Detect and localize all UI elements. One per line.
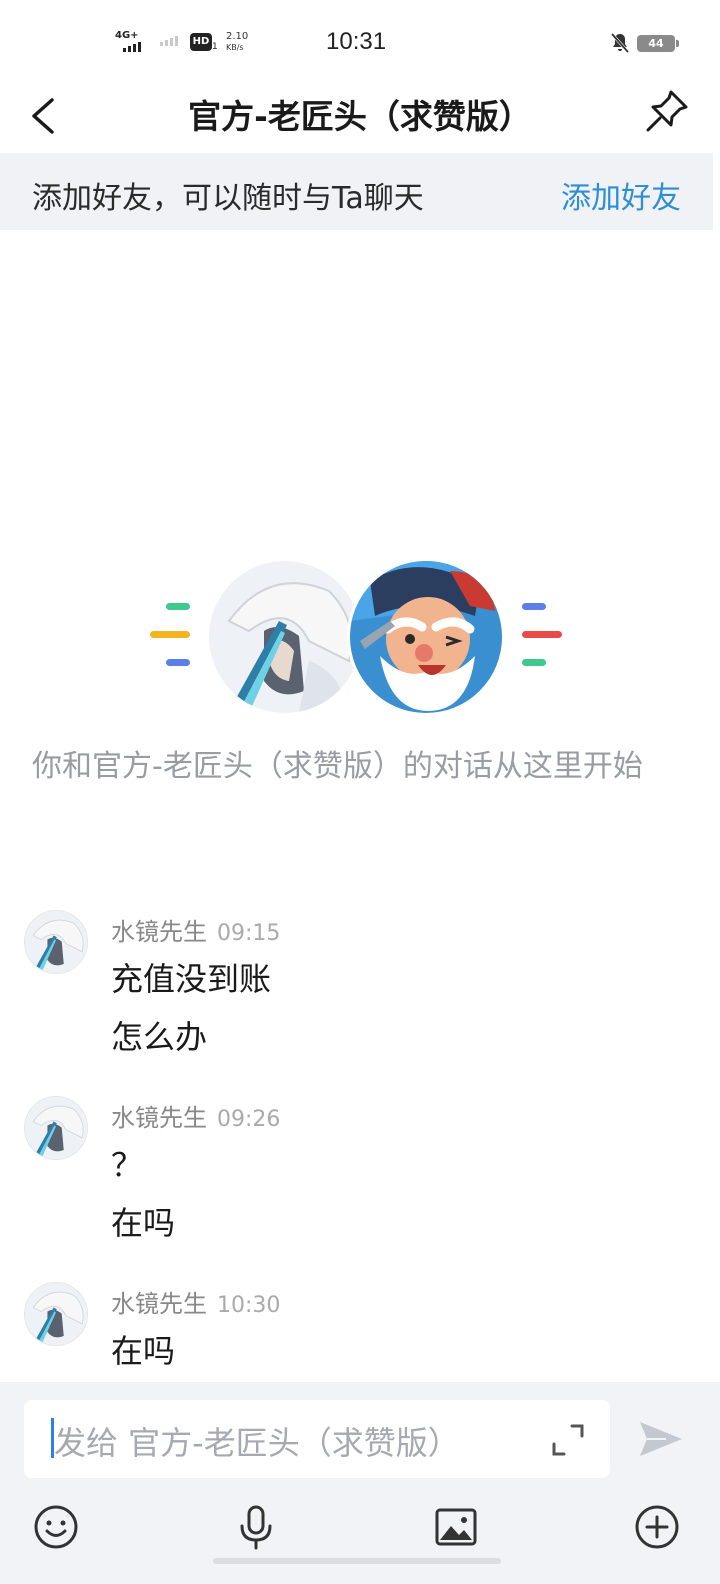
expand-input-button[interactable] bbox=[548, 1420, 588, 1460]
add-friend-hint: 添加好友，可以随时与Ta聊天 bbox=[32, 181, 424, 216]
emoji-button[interactable] bbox=[31, 1502, 81, 1552]
message-text[interactable]: 在吗 bbox=[111, 1326, 175, 1372]
more-button[interactable] bbox=[632, 1502, 682, 1552]
plus-circle-icon bbox=[635, 1505, 679, 1549]
avatar[interactable] bbox=[24, 1282, 88, 1346]
network-speed-unit: KB/s bbox=[226, 43, 244, 52]
pin-button[interactable] bbox=[642, 86, 692, 136]
decoration-lines-right bbox=[520, 603, 562, 669]
expand-icon bbox=[552, 1424, 584, 1456]
message-text[interactable]: 充值没到账 bbox=[111, 954, 271, 1000]
message-meta: 水镜先生 09:15 bbox=[111, 912, 280, 947]
pin-icon bbox=[646, 90, 688, 132]
microphone-icon bbox=[240, 1505, 272, 1550]
network-type: 4G+ bbox=[115, 30, 139, 41]
secondary-signal-icon bbox=[160, 36, 178, 46]
message-input-placeholder: 发给 官方-老匠头（求赞版） bbox=[54, 1424, 460, 1462]
message-meta: 水镜先生 09:26 bbox=[111, 1098, 280, 1133]
message-meta: 水镜先生 10:30 bbox=[111, 1284, 280, 1319]
network-speed: 2.10 KB/s bbox=[226, 31, 256, 53]
send-button[interactable] bbox=[636, 1414, 686, 1464]
message-time: 09:15 bbox=[217, 921, 281, 946]
message-input[interactable]: 发给 官方-老匠头（求赞版） bbox=[24, 1400, 610, 1478]
avatar[interactable] bbox=[24, 1096, 88, 1160]
emoji-icon bbox=[34, 1505, 78, 1549]
home-indicator[interactable] bbox=[213, 1558, 501, 1564]
input-area: 发给 官方-老匠头（求赞版） bbox=[0, 1382, 720, 1584]
send-icon bbox=[640, 1422, 682, 1456]
message-text[interactable]: 怎么办 bbox=[111, 1012, 207, 1058]
hd-badge: HD bbox=[190, 33, 212, 51]
battery-icon: 44 bbox=[637, 35, 679, 52]
sender-name: 水镜先生 bbox=[111, 1290, 207, 1318]
chat-header: 官方-老匠头（求赞版） bbox=[0, 80, 720, 152]
hd-sub: 1 bbox=[212, 42, 218, 52]
page-title: 官方-老匠头（求赞版） bbox=[188, 97, 532, 136]
sender-name: 水镜先生 bbox=[111, 1104, 207, 1132]
contact-avatar bbox=[347, 558, 505, 716]
status-bar: 4G+ HD 1 2.10 KB/s 10:31 44 bbox=[0, 0, 720, 80]
message-text[interactable]: 在吗 bbox=[111, 1198, 175, 1244]
status-time: 10:31 bbox=[326, 28, 387, 55]
my-avatar bbox=[206, 558, 364, 716]
conversation-intro bbox=[0, 555, 720, 725]
add-friend-link[interactable]: 添加好友 bbox=[561, 173, 681, 217]
message-time: 10:30 bbox=[217, 1293, 281, 1318]
voice-button[interactable] bbox=[231, 1502, 281, 1552]
bell-muted-icon bbox=[608, 31, 632, 55]
conversation-start-text: 你和官方-老匠头（求赞版）的对话从这里开始 bbox=[32, 749, 643, 784]
cellular-signal-icon: 4G+ bbox=[115, 30, 149, 54]
avatar[interactable] bbox=[24, 910, 88, 974]
network-speed-value: 2.10 bbox=[226, 31, 249, 42]
message-time: 09:26 bbox=[217, 1107, 281, 1132]
message-text[interactable]: ？ bbox=[111, 1140, 143, 1186]
image-icon bbox=[435, 1508, 477, 1546]
image-button[interactable] bbox=[431, 1502, 481, 1552]
decoration-lines-left bbox=[150, 603, 192, 669]
sender-name: 水镜先生 bbox=[111, 918, 207, 946]
add-friend-banner: 添加好友，可以随时与Ta聊天 添加好友 bbox=[0, 153, 713, 230]
